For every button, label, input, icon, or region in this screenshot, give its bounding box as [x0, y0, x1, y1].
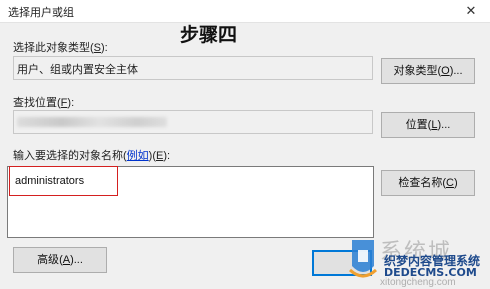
location-value-blurred: [17, 117, 167, 127]
object-type-value: 用户、组或内置安全主体: [17, 64, 138, 76]
examples-link[interactable]: 例如: [127, 150, 149, 162]
object-names-label-text: 输入要选择的对象名称: [13, 150, 123, 162]
advanced-button[interactable]: 高级(A)...: [13, 247, 107, 273]
check-names-button-key: C: [446, 177, 454, 189]
close-icon[interactable]: ✕: [462, 2, 480, 20]
object-types-button[interactable]: 对象类型(O)...: [381, 58, 475, 84]
object-type-label: 选择此对象类型(S):: [13, 42, 108, 54]
object-type-label-text: 选择此对象类型: [13, 42, 90, 54]
object-names-label-key: E: [156, 150, 164, 162]
location-label: 查找位置(F):: [13, 97, 75, 109]
location-label-key: F: [60, 97, 68, 109]
step-annotation: 步骤四: [180, 24, 238, 46]
locations-button-key: L: [431, 119, 438, 131]
window-title: 选择用户或组: [8, 7, 74, 19]
advanced-button-text: 高级: [37, 254, 60, 266]
check-names-button[interactable]: 检查名称(C): [381, 170, 475, 196]
watermark-logo-icon: [348, 240, 378, 278]
watermark-url: xitongcheng.com: [380, 277, 456, 288]
advanced-button-key: A: [62, 254, 71, 266]
check-names-button-text: 检查名称: [398, 177, 443, 189]
locations-button[interactable]: 位置(L)...: [381, 112, 475, 138]
object-types-button-suffix: ...: [453, 65, 463, 77]
title-bar: 选择用户或组 ✕: [0, 0, 490, 23]
object-type-field: 用户、组或内置安全主体: [13, 56, 373, 80]
locations-button-text: 位置: [405, 119, 428, 131]
advanced-button-suffix: ...: [73, 254, 83, 266]
object-names-label: 输入要选择的对象名称(例如)(E):: [13, 150, 171, 162]
object-types-button-key: O: [441, 65, 450, 77]
location-label-text: 查找位置: [13, 97, 57, 109]
location-field: [13, 110, 373, 134]
object-types-button-text: 对象类型: [393, 65, 438, 77]
object-type-label-key: S: [93, 42, 102, 54]
locations-button-suffix: ...: [441, 119, 451, 131]
highlight-annotation: [9, 166, 118, 196]
